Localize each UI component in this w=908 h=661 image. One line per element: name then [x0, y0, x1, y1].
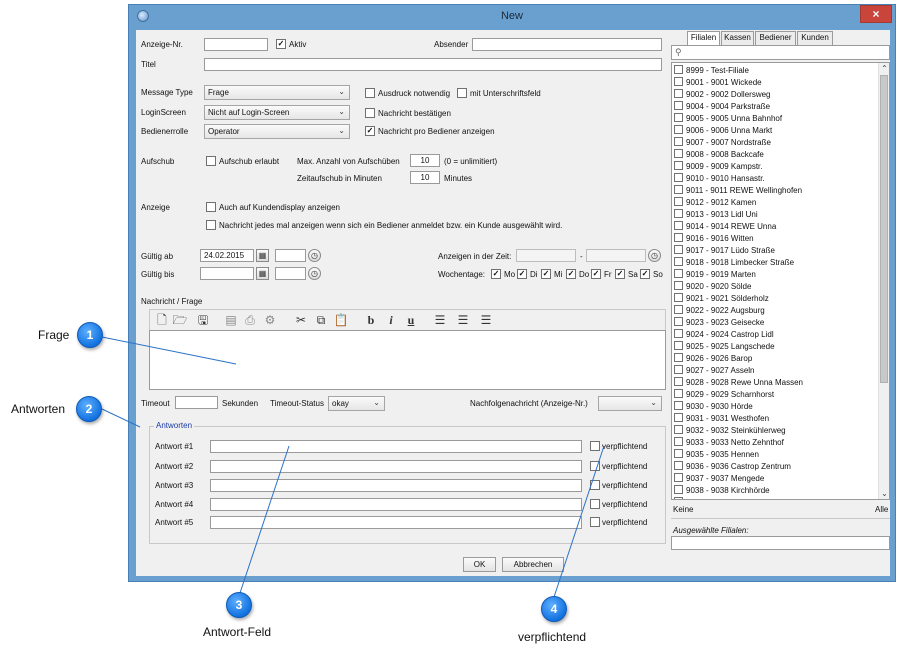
- callout-badge-2: 2: [76, 396, 102, 422]
- callout-label-2: Antworten: [11, 402, 66, 416]
- callout-line-4: [553, 445, 605, 598]
- callout-lines: [101, 336, 605, 598]
- callout-label-4: verpflichtend: [518, 630, 587, 644]
- callout-line-3: [239, 445, 290, 594]
- callout-line-2: [101, 408, 141, 428]
- callout-badge-3: 3: [226, 592, 252, 618]
- callout-label-1: Frage: [38, 328, 70, 342]
- callout-badge-4: 4: [541, 596, 567, 622]
- callout-label-3: Antwort-Feld: [203, 625, 272, 639]
- callout-badge-1: 1: [77, 322, 103, 348]
- callout-line-1: [101, 336, 237, 365]
